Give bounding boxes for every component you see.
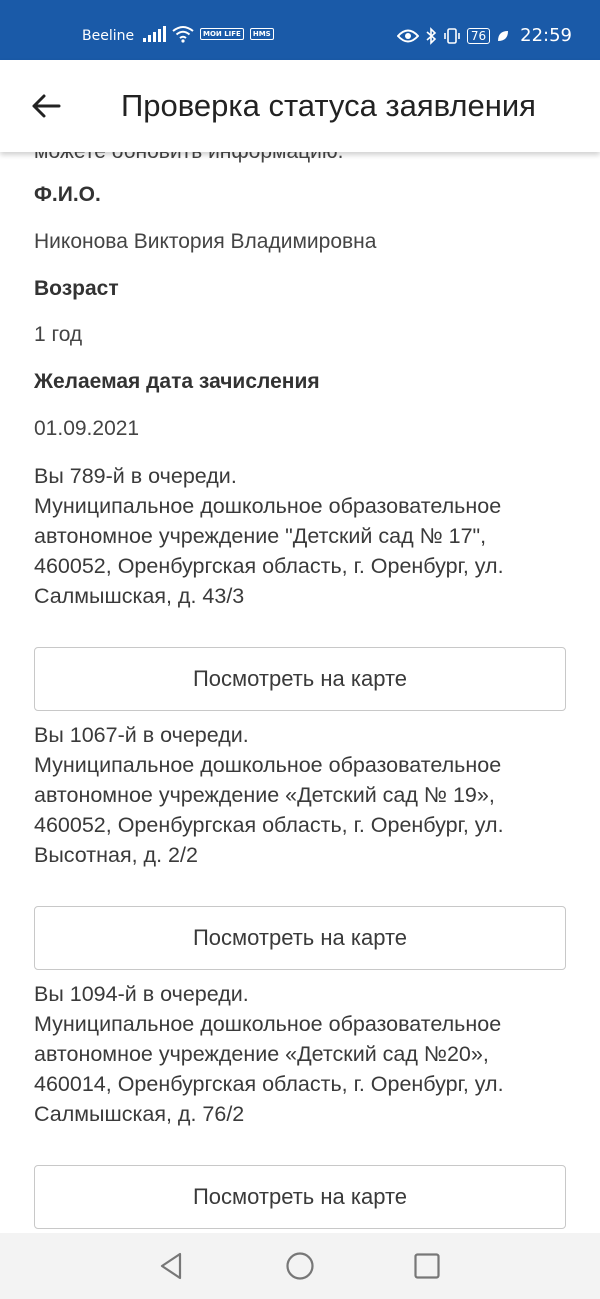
eye-icon	[396, 29, 419, 42]
kindergarten-address-line: 460014, Оренбургская область, г. Оренбур…	[34, 1072, 504, 1096]
kindergarten-address-line: автономное учреждение «Детский сад №20»,	[34, 1042, 489, 1066]
kindergarten-address-line: Салмышская, д. 43/3	[34, 584, 245, 608]
fio-value: Никонова Виктория Владимировна	[34, 230, 377, 253]
kindergarten-address-line: Муниципальное дошкольное образовательное	[34, 753, 502, 777]
queue-item: Вы 789-й в очереди. Муниципальное дошкол…	[34, 461, 574, 611]
queue-position: Вы 789-й в очереди.	[34, 464, 237, 488]
battery-icon: 76	[466, 27, 491, 44]
square-recent-icon[interactable]	[412, 1251, 442, 1281]
carrier-name: Beeline	[82, 28, 135, 44]
moi-life-badge-icon: МОИ LIFE	[200, 28, 244, 40]
enrollment-date-label: Желаемая дата зачисления	[34, 370, 320, 393]
kindergarten-address-line: Муниципальное дошкольное образовательное	[34, 1012, 502, 1036]
view-on-map-button[interactable]: Посмотреть на карте	[34, 906, 566, 970]
view-on-map-button[interactable]: Посмотреть на карте	[34, 647, 566, 711]
circle-home-icon[interactable]	[285, 1251, 315, 1281]
queue-item: Вы 1067-й в очереди. Муниципальное дошко…	[34, 720, 574, 870]
leaf-icon	[498, 30, 509, 41]
triangle-back-icon[interactable]	[156, 1251, 186, 1281]
kindergarten-address-line: 460052, Оренбургская область, г. Оренбур…	[34, 554, 504, 578]
partially-hidden-text: можете обновить информацию.	[34, 152, 344, 164]
status-left-icons: МОИ LIFE HMS	[143, 25, 274, 43]
signal-icon	[143, 26, 166, 42]
clock: 22:59	[520, 25, 572, 46]
system-nav-bar	[0, 1233, 600, 1299]
wifi-icon	[172, 26, 194, 43]
queue-item: Вы 1094-й в очереди. Муниципальное дошко…	[34, 979, 574, 1129]
kindergarten-address-line: автономное учреждение «Детский сад № 19»…	[34, 783, 495, 807]
kindergarten-address-line: Высотная, д. 2/2	[34, 843, 198, 867]
arrow-left-icon[interactable]	[30, 90, 62, 122]
kindergarten-address-line: автономное учреждение "Детский сад № 17"…	[34, 524, 487, 548]
age-value: 1 год	[34, 323, 83, 346]
kindergarten-address-line: Салмышская, д. 76/2	[34, 1102, 245, 1126]
status-right-icons: 76 22:59	[396, 25, 572, 46]
content-area[interactable]: можете обновить информацию. Ф.И.О. Никон…	[0, 152, 600, 1233]
kindergarten-address-line: Муниципальное дошкольное образовательное	[34, 494, 502, 518]
queue-position: Вы 1094-й в очереди.	[34, 982, 249, 1006]
enrollment-date-value: 01.09.2021	[34, 417, 140, 440]
view-on-map-button[interactable]: Посмотреть на карте	[34, 1165, 566, 1229]
bluetooth-icon	[426, 26, 437, 45]
fio-label: Ф.И.О.	[34, 183, 101, 206]
page-title: Проверка статуса заявления	[121, 88, 536, 123]
kindergarten-address-line: 460052, Оренбургская область, г. Оренбур…	[34, 813, 504, 837]
age-label: Возраст	[34, 277, 119, 300]
app-bar: Проверка статуса заявления	[0, 60, 600, 152]
queue-position: Вы 1067-й в очереди.	[34, 723, 249, 747]
vibrate-icon	[444, 27, 460, 44]
hms-badge-icon: HMS	[249, 28, 274, 40]
status-bar: Beeline МОИ LIFE HMS 76 22:59	[0, 0, 600, 60]
